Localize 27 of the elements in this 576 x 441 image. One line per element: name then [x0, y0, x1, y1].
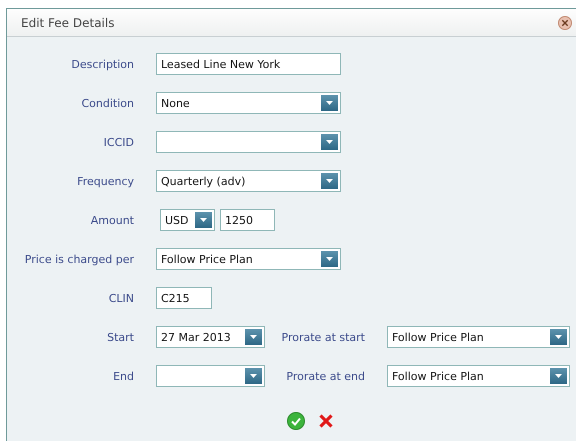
confirm-icon[interactable]	[287, 412, 305, 430]
cancel-icon[interactable]	[317, 412, 335, 430]
field-label: Description	[70, 58, 134, 70]
date-field[interactable]: 27 Mar 2013	[156, 326, 265, 348]
dropdown-field[interactable]	[156, 131, 341, 153]
dropdown-field[interactable]: Follow Price Plan	[387, 365, 570, 387]
currency-dropdown[interactable]: USD	[160, 209, 215, 231]
field-label: Prorate at start	[280, 330, 365, 344]
dropdown-field[interactable]: Quarterly (adv)	[156, 170, 341, 192]
field-label: Amount	[90, 214, 134, 226]
dropdown-field[interactable]: None	[156, 92, 341, 114]
dialog-title: Edit Fee Details	[21, 16, 114, 30]
dropdown-field[interactable]: Follow Price Plan	[387, 326, 570, 348]
field-label: ICCID	[102, 136, 134, 148]
field-label: Price is charged per	[24, 252, 134, 266]
text-field[interactable]: Leased Line New York	[156, 53, 341, 75]
close-icon[interactable]	[558, 16, 572, 30]
field-label: CLIN	[108, 292, 134, 304]
field-label: Frequency	[76, 174, 134, 188]
field-label: Prorate at end	[285, 370, 365, 382]
amount-field[interactable]: 1250	[220, 209, 275, 231]
dropdown-field[interactable]: Follow Price Plan	[156, 248, 341, 270]
field-label: End	[112, 370, 134, 382]
date-field[interactable]	[156, 365, 265, 387]
field-label: Start	[106, 330, 134, 344]
text-field[interactable]: C215	[156, 287, 212, 309]
field-label: Condition	[80, 96, 134, 110]
